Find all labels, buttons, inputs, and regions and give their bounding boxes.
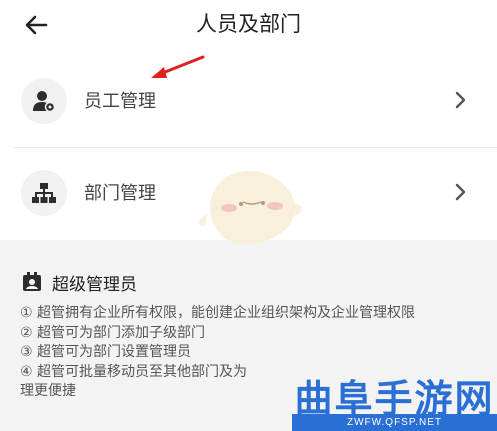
top-bar: 人员及部门 <box>0 0 497 54</box>
site-watermark: 曲阜手游网 ZWFW.QFSP.NET <box>292 368 497 431</box>
menu-item-label: 部门管理 <box>84 183 156 204</box>
menu-item-label: 员工管理 <box>84 91 156 112</box>
section-title: 超级管理员 <box>52 275 137 295</box>
description-line: ② 超管可为部门添加子级部门 <box>20 324 206 341</box>
description-line: ① 超管拥有企业所有权限，能创建企业组织架构及企业管理权限 <box>20 305 415 321</box>
chevron-right-icon <box>455 183 466 201</box>
mascot-watermark-icon <box>199 170 302 244</box>
annotation-arrow-icon <box>151 55 205 78</box>
menu-item-staff-management[interactable]: 员工管理 <box>0 54 497 146</box>
admin-badge-icon <box>23 272 41 291</box>
page-title: 人员及部门 <box>196 12 301 36</box>
staff-settings-icon <box>21 78 67 124</box>
watermark-url: ZWFW.QFSP.NET <box>292 414 497 431</box>
chevron-right-icon <box>455 91 466 109</box>
description-line: ③ 超管可为部门设置管理员 <box>20 344 192 360</box>
org-chart-icon <box>21 170 67 216</box>
